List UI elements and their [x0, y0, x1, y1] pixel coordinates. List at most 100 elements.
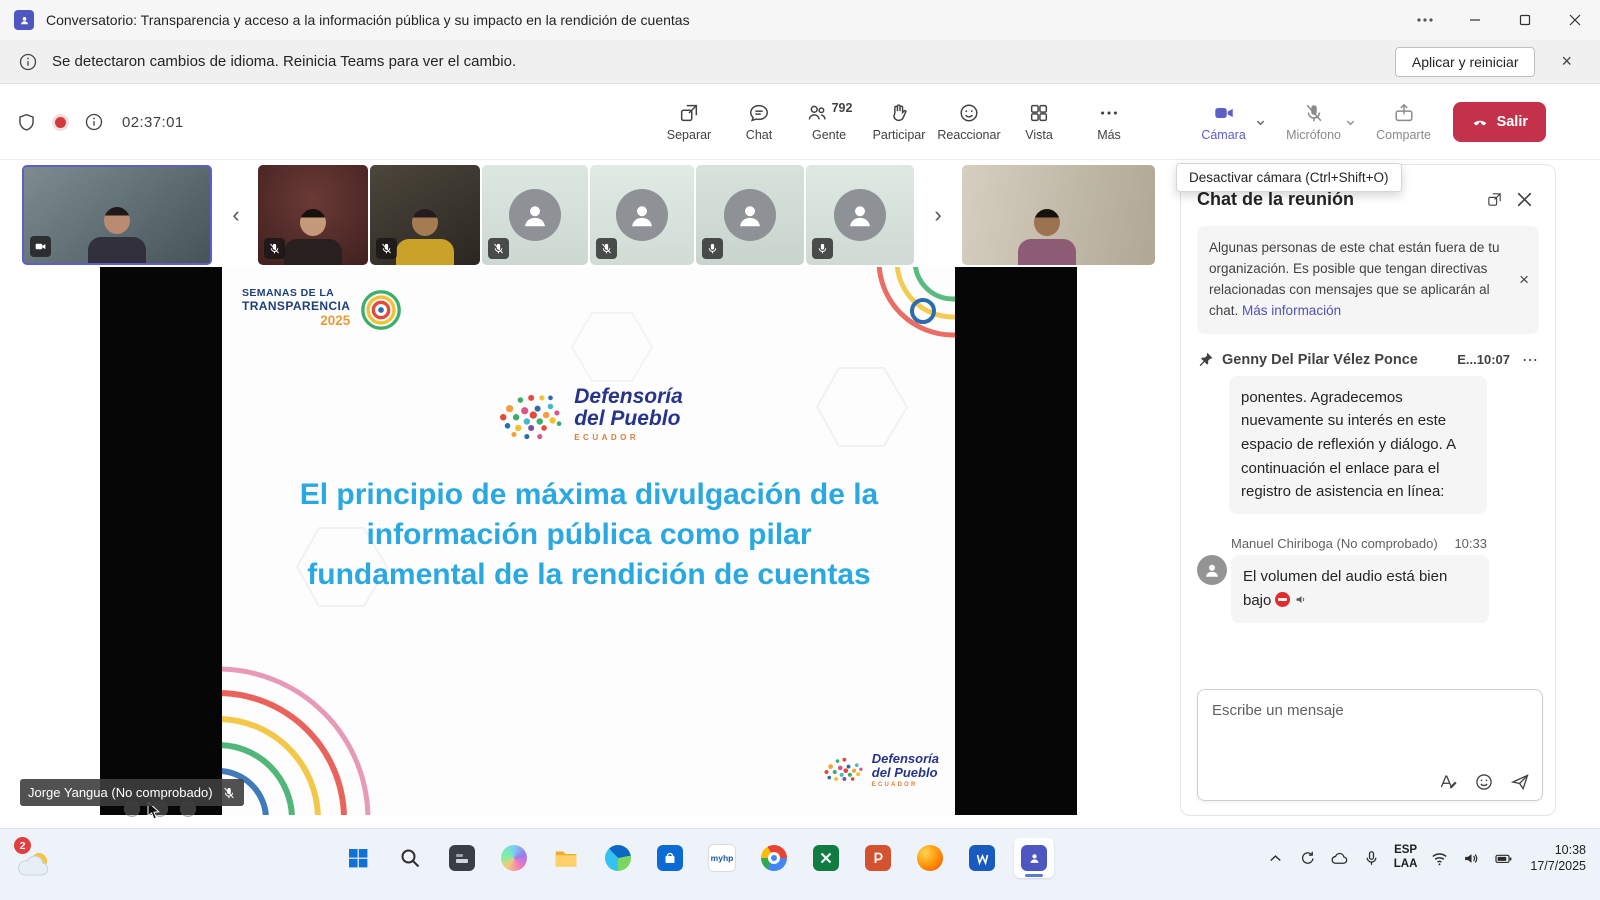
emoji-icon[interactable]	[1474, 772, 1494, 792]
raise-hand-button[interactable]: Participar	[866, 102, 932, 142]
clock[interactable]: 10:38 17/7/2025	[1530, 842, 1586, 875]
dots-map-icon	[494, 385, 564, 443]
notice-close-icon[interactable]: ×	[1519, 267, 1529, 293]
camera-tooltip: Desactivar cámara (Ctrl+Shift+O)	[1176, 163, 1402, 192]
word-icon[interactable]	[962, 838, 1002, 878]
teams-icon[interactable]	[1014, 838, 1054, 878]
format-icon[interactable]	[1438, 772, 1458, 792]
shield-icon[interactable]	[16, 112, 37, 133]
mic-dropdown-icon[interactable]	[1345, 117, 1361, 128]
myhp-icon[interactable]: myhp	[702, 838, 742, 878]
popout-chat-icon[interactable]	[1479, 191, 1509, 208]
chat-compose-box[interactable]: Escribe un mensaje	[1197, 689, 1543, 801]
share-button[interactable]: Comparte	[1371, 102, 1437, 142]
video-tile-self[interactable]	[22, 165, 212, 265]
self-video-figure	[82, 207, 152, 263]
mic-muted-icon	[488, 238, 509, 259]
search-icon[interactable]	[390, 838, 430, 878]
filmstrip-next-button[interactable]: ›	[926, 200, 950, 230]
mic-muted-icon	[222, 786, 236, 800]
smiley-icon	[958, 102, 980, 124]
volume-icon[interactable]	[1462, 849, 1481, 868]
minimize-button[interactable]	[1450, 0, 1500, 40]
copilot-icon[interactable]	[494, 838, 534, 878]
ellipsis-icon	[1098, 102, 1120, 124]
banner-message: Se detectaron cambios de idioma. Reinici…	[52, 53, 516, 70]
external-participants-notice: Algunas personas de este chat están fuer…	[1197, 226, 1539, 334]
presentation-slide: SEMANAS DE LA TRANSPARENCIA 2025	[222, 267, 955, 815]
window-title: Conversatorio: Transparencia y acceso a …	[46, 12, 690, 28]
mic-muted-icon	[264, 238, 285, 259]
message-more-icon[interactable]: ⋯	[1522, 350, 1539, 370]
message-header: Manuel Chiriboga (No comprobado) 10:33	[1231, 536, 1487, 551]
corner-arcs-top-right	[825, 267, 955, 377]
widgets-weather-icon[interactable]: 2	[16, 841, 68, 889]
leave-button[interactable]: Salir	[1453, 102, 1546, 142]
person-avatar-icon	[724, 189, 776, 241]
avatar-tile-participant[interactable]	[696, 165, 804, 265]
meeting-toolbar: 02:37:01 Separar Chat 792 Gente Particip…	[0, 84, 1600, 160]
semanas-transparencia-logo: SEMANAS DE LA TRANSPARENCIA 2025	[242, 287, 404, 333]
presenter-name-label: Jorge Yangua (No comprobado)	[20, 779, 244, 806]
dark-app-icon[interactable]	[442, 838, 482, 878]
meeting-info-icon[interactable]	[84, 112, 104, 132]
maximize-button[interactable]	[1500, 0, 1550, 40]
message-time: 10:33	[1454, 536, 1487, 551]
people-button[interactable]: 792 Gente	[796, 102, 862, 142]
camera-dropdown-icon[interactable]	[1255, 117, 1271, 128]
tray-mic-icon[interactable]	[1362, 849, 1381, 868]
file-explorer-icon[interactable]	[546, 838, 586, 878]
banner-close-icon[interactable]: ×	[1561, 51, 1572, 72]
store-icon[interactable]	[650, 838, 690, 878]
hang-up-icon	[1471, 113, 1489, 131]
chrome-icon[interactable]	[754, 838, 794, 878]
breakout-button[interactable]: Separar	[656, 102, 722, 142]
message-author: Manuel Chiriboga (No comprobado)	[1231, 536, 1438, 551]
tray-time: 10:38	[1530, 842, 1586, 858]
react-button[interactable]: Reaccionar	[936, 102, 1002, 142]
close-chat-icon[interactable]	[1509, 192, 1539, 207]
meeting-content: ‹ ›	[0, 160, 1600, 828]
view-button[interactable]: Vista	[1006, 102, 1072, 142]
avatar-tile-participant[interactable]	[806, 165, 914, 265]
filmstrip-prev-button[interactable]: ‹	[224, 200, 248, 230]
microphone-button[interactable]: Micrófono	[1281, 102, 1347, 142]
more-options-button[interactable]: Más	[1076, 102, 1142, 142]
powerpoint-icon[interactable]	[858, 838, 898, 878]
avatar-tile-participant[interactable]	[590, 165, 694, 265]
titlebar-more-button[interactable]	[1400, 0, 1450, 40]
firefox-icon[interactable]	[910, 838, 950, 878]
apply-restart-button[interactable]: Aplicar y reiniciar	[1395, 47, 1536, 77]
wifi-icon[interactable]	[1430, 849, 1449, 868]
video-tile-participant[interactable]	[258, 165, 368, 265]
tray-chevron-icon[interactable]	[1266, 849, 1285, 868]
avatar-tile-participant[interactable]	[482, 165, 588, 265]
onedrive-cloud-icon[interactable]	[1330, 849, 1349, 868]
close-window-button[interactable]	[1550, 0, 1600, 40]
start-button[interactable]	[338, 838, 378, 878]
more-info-link[interactable]: Más información	[1242, 303, 1341, 318]
camera-control: Cámara	[1191, 102, 1271, 142]
people-icon	[806, 102, 828, 124]
camera-switch-icon[interactable]	[30, 236, 51, 257]
corner-arcs-bottom-left	[222, 645, 372, 815]
edge-icon[interactable]	[598, 838, 638, 878]
video-tile-participant[interactable]	[962, 165, 1155, 265]
camera-button[interactable]: Cámara	[1191, 102, 1257, 142]
chat-button[interactable]: Chat	[726, 102, 792, 142]
video-tile-participant[interactable]	[370, 165, 480, 265]
sync-icon[interactable]	[1298, 849, 1317, 868]
camera-icon	[1213, 102, 1235, 124]
chat-message: El volumen del audio está bien bajo	[1231, 555, 1489, 622]
chat-message: ponentes. Agradecemos nuevamente su inte…	[1229, 376, 1487, 514]
meeting-controls: Separar Chat 792 Gente Participar Reacci…	[656, 84, 1142, 160]
low-volume-emoji	[1294, 592, 1309, 607]
pinned-author: Genny Del Pilar Vélez Ponce	[1222, 352, 1449, 368]
send-icon[interactable]	[1510, 772, 1530, 792]
language-indicator[interactable]: ESPLAA	[1394, 844, 1418, 872]
chat-bubble-icon	[748, 102, 770, 124]
mic-off-icon	[1303, 102, 1325, 124]
excel-icon[interactable]	[806, 838, 846, 878]
battery-icon[interactable]	[1494, 849, 1513, 868]
system-tray: ESPLAA 10:38 17/7/2025	[1266, 829, 1586, 887]
